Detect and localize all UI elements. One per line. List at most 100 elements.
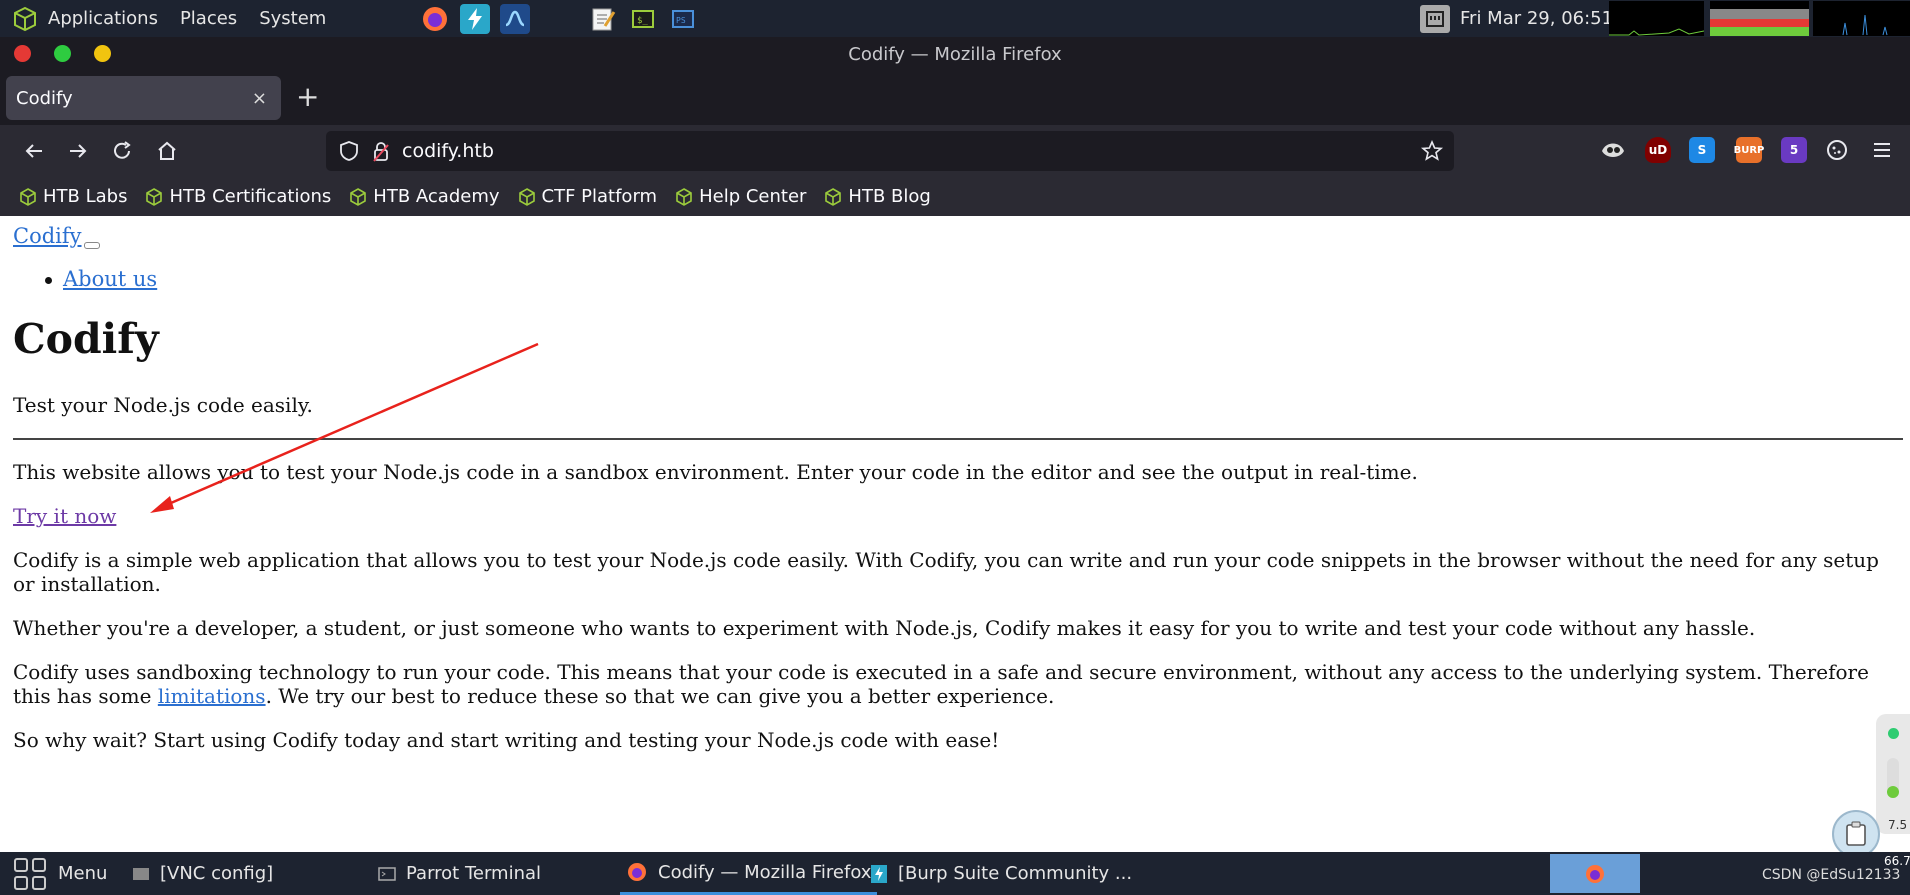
network-graph	[1813, 1, 1910, 36]
level-indicator	[1887, 758, 1899, 798]
bookmark-label: HTB Blog	[848, 186, 931, 207]
taskbar-item-parrot-terminal[interactable]: Parrot Terminal	[378, 852, 541, 895]
shield-icon[interactable]	[338, 140, 360, 162]
taskbar-menu-button[interactable]: Menu	[12, 852, 107, 895]
arrow-right-icon	[70, 144, 87, 158]
bookmark-htb-blog[interactable]: HTB Blog	[824, 186, 931, 207]
maximize-window-button[interactable]	[54, 45, 71, 62]
paragraph-3: Codify uses sandboxing technology to run…	[13, 660, 1903, 708]
htb-cube-icon	[518, 187, 535, 206]
back-button[interactable]	[20, 137, 48, 165]
window-title: Codify — Mozilla Firefox	[848, 43, 1062, 65]
terminal-launcher-icon[interactable]: $_	[628, 4, 658, 34]
workspace-switcher[interactable]	[1550, 854, 1640, 893]
taskbar-item-label: [Burp Suite Community ...	[898, 863, 1133, 884]
memory-graph-swap	[1710, 9, 1809, 19]
paragraph-4: So why wait? Start using Codify today an…	[13, 728, 1000, 752]
hamburger-menu-icon[interactable]	[1869, 137, 1895, 163]
menu-places[interactable]: Places	[180, 8, 237, 29]
parrot-cube-icon[interactable]	[12, 6, 38, 32]
memory-graph-cache	[1710, 27, 1809, 36]
system-top-panel: Applications Places System $_ PS Fri Mar…	[0, 0, 1910, 37]
paragraph-3-tail: . We try our best to reduce these so tha…	[265, 684, 1055, 708]
foxyproxy-icon[interactable]: 5	[1781, 137, 1807, 163]
powershell-launcher-icon[interactable]: PS	[668, 4, 698, 34]
paragraph-1: Codify is a simple web application that …	[13, 548, 1879, 596]
net-speed-down: 66.7	[1884, 854, 1910, 868]
tampermonkey-icon[interactable]	[1600, 137, 1626, 163]
insecure-lock-icon[interactable]	[370, 140, 392, 162]
burp-launcher-icon[interactable]	[460, 3, 491, 34]
burp-extension-icon[interactable]: BURP	[1734, 137, 1764, 163]
bookmarks-toolbar: HTB Labs HTB Certifications HTB Academy …	[0, 177, 1910, 216]
firefox-icon	[628, 863, 646, 881]
window-icon	[133, 867, 149, 880]
minimize-window-button[interactable]	[94, 45, 111, 62]
bookmark-htb-academy[interactable]: HTB Academy	[349, 186, 500, 207]
bookmark-htb-labs[interactable]: HTB Labs	[19, 186, 127, 207]
window-titlebar: Codify — Mozilla Firefox	[0, 37, 1910, 71]
taskbar-item-label: Codify — Mozilla Firefox	[658, 861, 872, 883]
home-icon	[158, 141, 176, 160]
svg-text:PS: PS	[676, 16, 686, 25]
system-menus: Applications Places System	[12, 6, 348, 32]
taskbar-item-firefox[interactable]: Codify — Mozilla Firefox	[620, 852, 878, 895]
bottom-taskbar: Menu [VNC config] Parrot Terminal Codify…	[0, 852, 1910, 895]
svg-text:$_: $_	[637, 16, 648, 26]
taskbar-item-label: [VNC config]	[160, 863, 274, 884]
firefox-launcher-icon[interactable]	[420, 4, 450, 34]
htb-cube-icon	[676, 187, 692, 206]
s-extension-icon[interactable]: S	[1689, 137, 1715, 163]
bookmark-label: HTB Labs	[43, 186, 128, 207]
bookmark-label: Help Center	[699, 186, 807, 207]
terminal-icon	[378, 866, 396, 881]
bookmark-label: HTB Academy	[373, 186, 500, 207]
status-dot-icon	[1888, 728, 1899, 739]
memory-graph	[1710, 1, 1809, 36]
reload-button[interactable]	[108, 137, 136, 165]
taskbar-item-label: Parrot Terminal	[406, 863, 542, 884]
paragraph-2: Whether you're a developer, a student, o…	[13, 616, 1756, 640]
tab-strip: Codify × +	[0, 71, 1910, 125]
side-dock-widget[interactable]	[1876, 714, 1910, 834]
htb-cube-icon	[825, 187, 842, 206]
level-indicator-fill	[1887, 786, 1899, 798]
home-button[interactable]	[153, 137, 181, 165]
page-content: Codify About us Codify Test your Node.js…	[0, 216, 1910, 852]
new-tab-button[interactable]: +	[296, 83, 319, 111]
ublock-icon[interactable]: uD	[1645, 137, 1671, 163]
taskbar-item-burp-suite[interactable]: [Burp Suite Community ...	[870, 852, 1132, 895]
cookie-icon[interactable]	[1824, 137, 1850, 163]
url-text[interactable]: codify.htb	[402, 140, 494, 162]
tab-close-icon[interactable]: ×	[252, 88, 267, 109]
tab-codify[interactable]: Codify ×	[6, 76, 281, 120]
cpu-graph	[1609, 1, 1705, 36]
taskbar-item-vnc-config[interactable]: [VNC config]	[132, 852, 273, 895]
bookmark-label: HTB Certifications	[169, 186, 332, 207]
network-icon[interactable]	[1420, 4, 1450, 33]
close-window-button[interactable]	[14, 45, 31, 62]
grid-menu-icon	[14, 857, 46, 890]
clipboard-floating-icon[interactable]	[1832, 810, 1880, 858]
annotation-arrow	[150, 342, 539, 513]
panel-clock[interactable]: Fri Mar 29, 06:51	[1460, 8, 1613, 29]
bookmark-htb-certifications[interactable]: HTB Certifications	[145, 186, 331, 207]
memory-graph-used	[1710, 19, 1809, 27]
htb-cube-icon	[350, 187, 367, 206]
menu-system[interactable]: System	[259, 8, 326, 29]
bookmark-label: CTF Platform	[541, 186, 658, 207]
menu-applications[interactable]: Applications	[48, 8, 158, 29]
burp-icon	[871, 864, 887, 883]
forward-button[interactable]	[64, 137, 92, 165]
text-editor-launcher-icon[interactable]	[588, 4, 618, 34]
htb-cube-icon	[146, 187, 163, 206]
window-controls	[14, 45, 111, 62]
wireshark-launcher-icon[interactable]	[500, 3, 531, 34]
bookmark-star-icon[interactable]	[1420, 139, 1444, 163]
net-speed-up: 7.5	[1888, 818, 1908, 832]
bookmark-ctf-platform[interactable]: CTF Platform	[518, 186, 658, 207]
tab-label: Codify	[16, 87, 73, 109]
limitations-link[interactable]: limitations	[158, 684, 266, 708]
url-bar[interactable]: codify.htb	[326, 131, 1454, 171]
bookmark-help-center[interactable]: Help Center	[675, 186, 806, 207]
